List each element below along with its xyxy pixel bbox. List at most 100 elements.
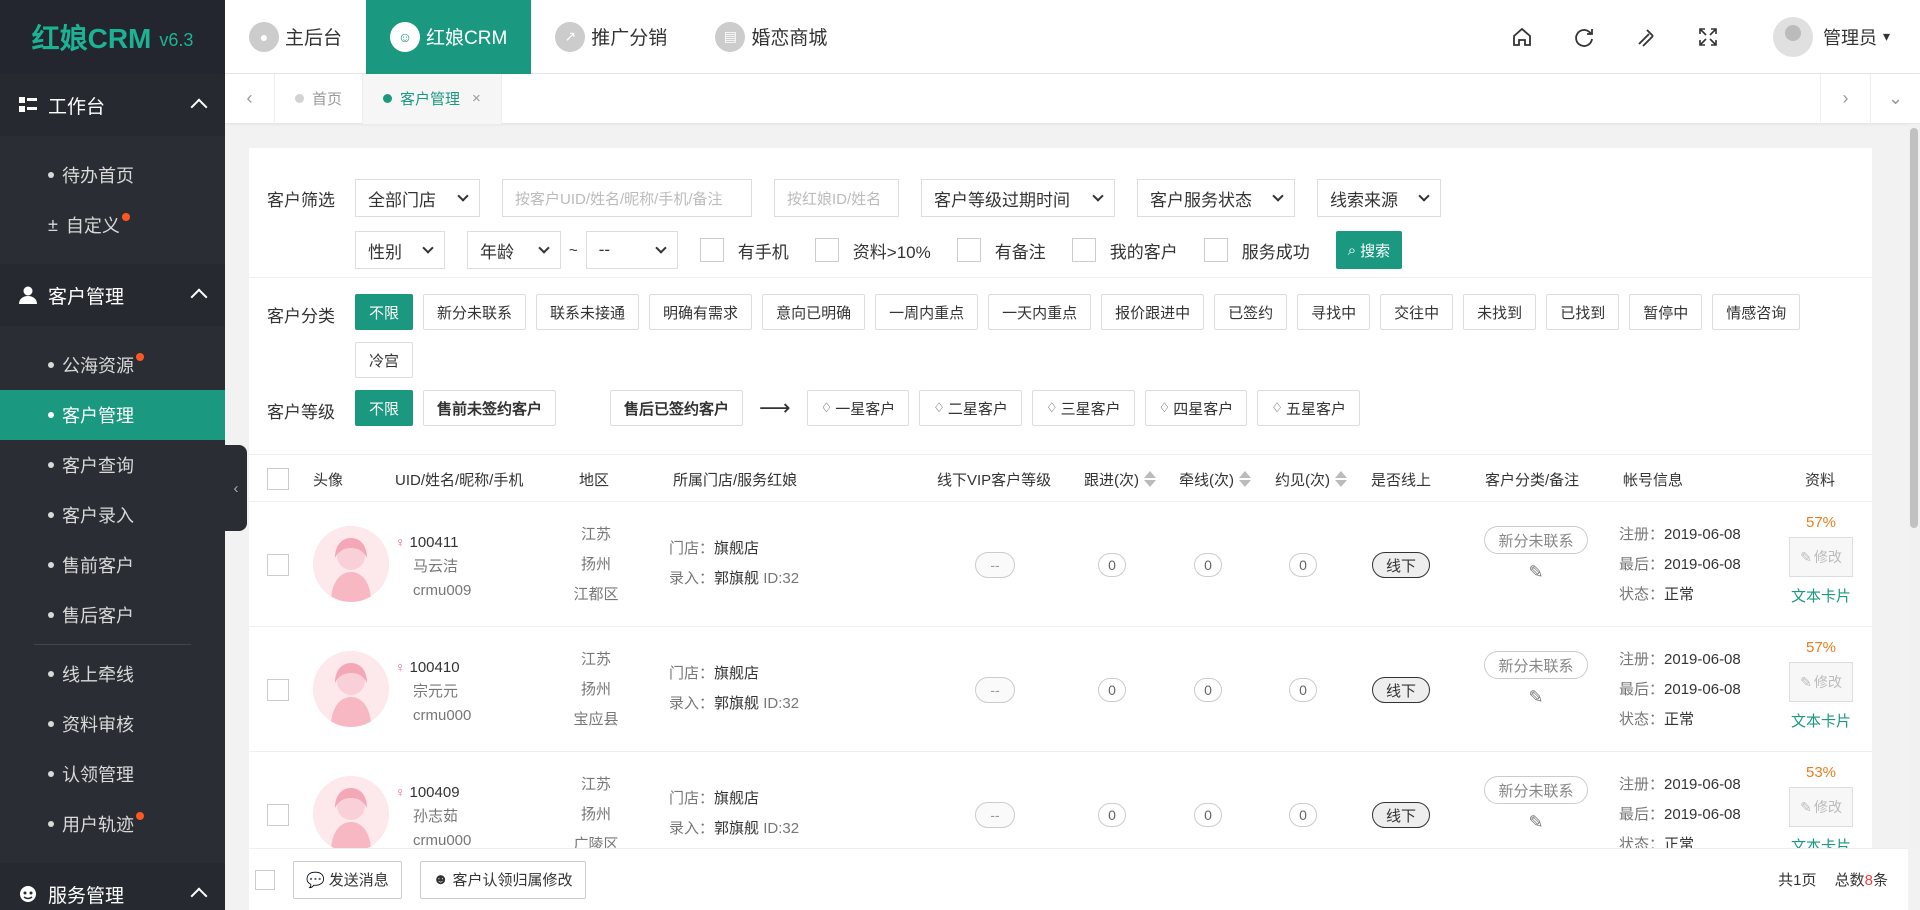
table-row[interactable]: ♀ 100410 宗元元 crmu000 江苏 扬州 宝应县 门店：旗舰店 录入：郭旗舰 ID:… [249,627,1872,752]
send-message-button[interactable]: 💬 发送消息 [293,860,402,899]
category-chip[interactable]: 暂停中 [1629,294,1703,330]
claim-edit-button[interactable]: ☻ 客户认领归属修改 [419,860,586,899]
level-chip-star5[interactable]: ♢ 五星客户 [1257,390,1360,426]
service-status-select[interactable]: 客户服务状态 [1137,179,1295,217]
home-icon[interactable] [1491,26,1553,48]
meet-count[interactable]: 0 [1289,553,1317,577]
select-all-checkbox[interactable] [267,455,289,503]
edit-profile-button[interactable]: ✎ 修改 [1789,537,1853,577]
user-menu[interactable]: 管理员 ▾ [1772,16,1890,57]
has-note-checkbox[interactable]: 有备注 [956,238,1046,263]
menu-item-presale[interactable]: 售前客户 [0,540,225,590]
category-chip[interactable]: 联系未接通 [536,294,640,330]
text-card-link[interactable]: 文本卡片 [1786,835,1856,848]
category-tag[interactable]: 新分未联系 [1484,651,1588,679]
age-from-select[interactable]: 年龄 [467,231,561,269]
tabs-scroll-right-button[interactable]: › [1820,73,1870,124]
store-select[interactable]: 全部门店 [355,179,480,217]
category-chip[interactable]: 交往中 [1380,294,1454,330]
menu-item-customer-query[interactable]: 客户查询 [0,440,225,490]
menu-item-public-pool[interactable]: 公海资源 [0,340,225,390]
menu-group-service[interactable]: 服务管理 [0,863,225,910]
sidebar-collapse-toggle[interactable]: ‹ [225,445,247,531]
category-tag[interactable]: 新分未联系 [1484,526,1588,554]
age-to-select[interactable]: -- [585,231,678,269]
fullscreen-icon[interactable] [1677,26,1739,48]
category-chip[interactable]: 情感咨询 [1712,294,1801,330]
category-chip[interactable]: 新分未联系 [423,294,527,330]
level-chip-star4[interactable]: ♢ 四星客户 [1144,390,1248,426]
menu-item-claim-manage[interactable]: 认领管理 [0,749,225,799]
lead-source-select[interactable]: 线索来源 [1317,179,1441,217]
online-status[interactable]: 线下 [1372,552,1430,578]
category-chip[interactable]: 意向已明确 [762,294,866,330]
col-meet[interactable]: 约见(次) [1275,455,1347,503]
category-chip[interactable]: 一天内重点 [988,294,1092,330]
gender-select[interactable]: 性别 [355,231,445,269]
tabs-menu-button[interactable]: ⌄ [1870,73,1920,124]
customer-avatar[interactable] [313,526,389,602]
vip-level[interactable]: -- [975,552,1015,578]
level-chip-aftersale[interactable]: 售后已签约客户 [610,390,744,426]
refresh-icon[interactable] [1553,26,1615,48]
match-count[interactable]: 0 [1194,803,1222,827]
online-status[interactable]: 线下 [1372,677,1430,703]
customer-search-input[interactable]: 按客户UID/姓名/昵称/手机/备注 [502,179,752,217]
text-card-link[interactable]: 文本卡片 [1786,585,1856,606]
text-card-link[interactable]: 文本卡片 [1786,710,1856,731]
category-chip[interactable]: 未找到 [1463,294,1537,330]
level-chip-star2[interactable]: ♢ 二星客户 [919,390,1022,426]
edit-note-icon[interactable]: ✎ [1484,687,1588,708]
profile-complete-checkbox[interactable]: 资料>10% [814,238,931,263]
level-chip-presale[interactable]: 售前未签约客户 [423,390,557,426]
col-follow[interactable]: 跟进(次) [1084,455,1156,503]
category-chip[interactable]: 不限 [355,294,414,330]
tab-home[interactable]: 首页 [275,73,364,124]
category-chip[interactable]: 已找到 [1546,294,1620,330]
category-chip[interactable]: 已签约 [1214,294,1288,330]
app-logo[interactable]: 红娘CRM v6.3 [0,0,225,74]
customer-avatar[interactable] [313,776,389,848]
tab-customer-manage[interactable]: 客户管理 × [363,73,502,124]
vip-level[interactable]: -- [975,802,1015,828]
footer-select-all-checkbox[interactable] [255,869,275,890]
follow-count[interactable]: 0 [1098,678,1126,702]
meet-count[interactable]: 0 [1289,803,1317,827]
edit-note-icon[interactable]: ✎ [1484,562,1588,583]
clear-cache-icon[interactable] [1615,26,1677,48]
scrollbar-thumb[interactable] [1910,128,1918,528]
tabs-scroll-left-button[interactable]: ‹ [225,73,275,124]
level-chip-star3[interactable]: ♢ 三星客户 [1031,390,1135,426]
level-chip-star1[interactable]: ♢ 一星客户 [806,390,910,426]
topnav-crm[interactable]: ☺ 红娘CRM [366,0,532,74]
level-expire-select[interactable]: 客户等级过期时间 [921,179,1115,217]
table-row[interactable]: ♀ 100409 孙志茹 crmu000 江苏 扬州 广陵区 门店：旗舰店 录入：郭旗舰 ID:… [249,752,1872,848]
match-count[interactable]: 0 [1194,553,1222,577]
category-tag[interactable]: 新分未联系 [1484,776,1588,804]
table-row[interactable]: ♀ 100411 马云洁 crmu009 江苏 扬州 江都区 门店：旗舰店 录入：郭旗舰 ID:… [249,502,1872,627]
customer-uid[interactable]: 100410 [410,659,460,676]
menu-item-user-track[interactable]: 用户轨迹 [0,799,225,849]
edit-profile-button[interactable]: ✎ 修改 [1789,787,1853,827]
vip-level[interactable]: -- [975,677,1015,703]
col-match[interactable]: 牵线(次) [1179,455,1251,503]
follow-count[interactable]: 0 [1098,803,1126,827]
level-chip-all[interactable]: 不限 [355,390,414,426]
topnav-main-admin[interactable]: ● 主后台 [225,0,366,74]
menu-group-workbench[interactable]: 工作台 [0,74,225,136]
menu-item-aftersale[interactable]: 售后客户 [0,590,225,640]
category-chip[interactable]: 一周内重点 [875,294,979,330]
row-checkbox[interactable] [267,679,289,701]
row-checkbox[interactable] [267,804,289,826]
category-chip[interactable]: 明确有需求 [649,294,753,330]
menu-item-custom[interactable]: ± 自定义 [0,200,225,250]
meet-count[interactable]: 0 [1289,678,1317,702]
category-chip[interactable]: 冷宫 [355,342,414,378]
menu-group-customer[interactable]: 客户管理 [0,264,225,326]
customer-uid[interactable]: 100411 [410,534,459,551]
row-checkbox[interactable] [267,554,289,576]
has-phone-checkbox[interactable]: 有手机 [699,238,789,263]
follow-count[interactable]: 0 [1098,553,1126,577]
search-button[interactable]: ⌕ 搜索 [1335,231,1403,269]
service-success-checkbox[interactable]: 服务成功 [1203,238,1310,263]
